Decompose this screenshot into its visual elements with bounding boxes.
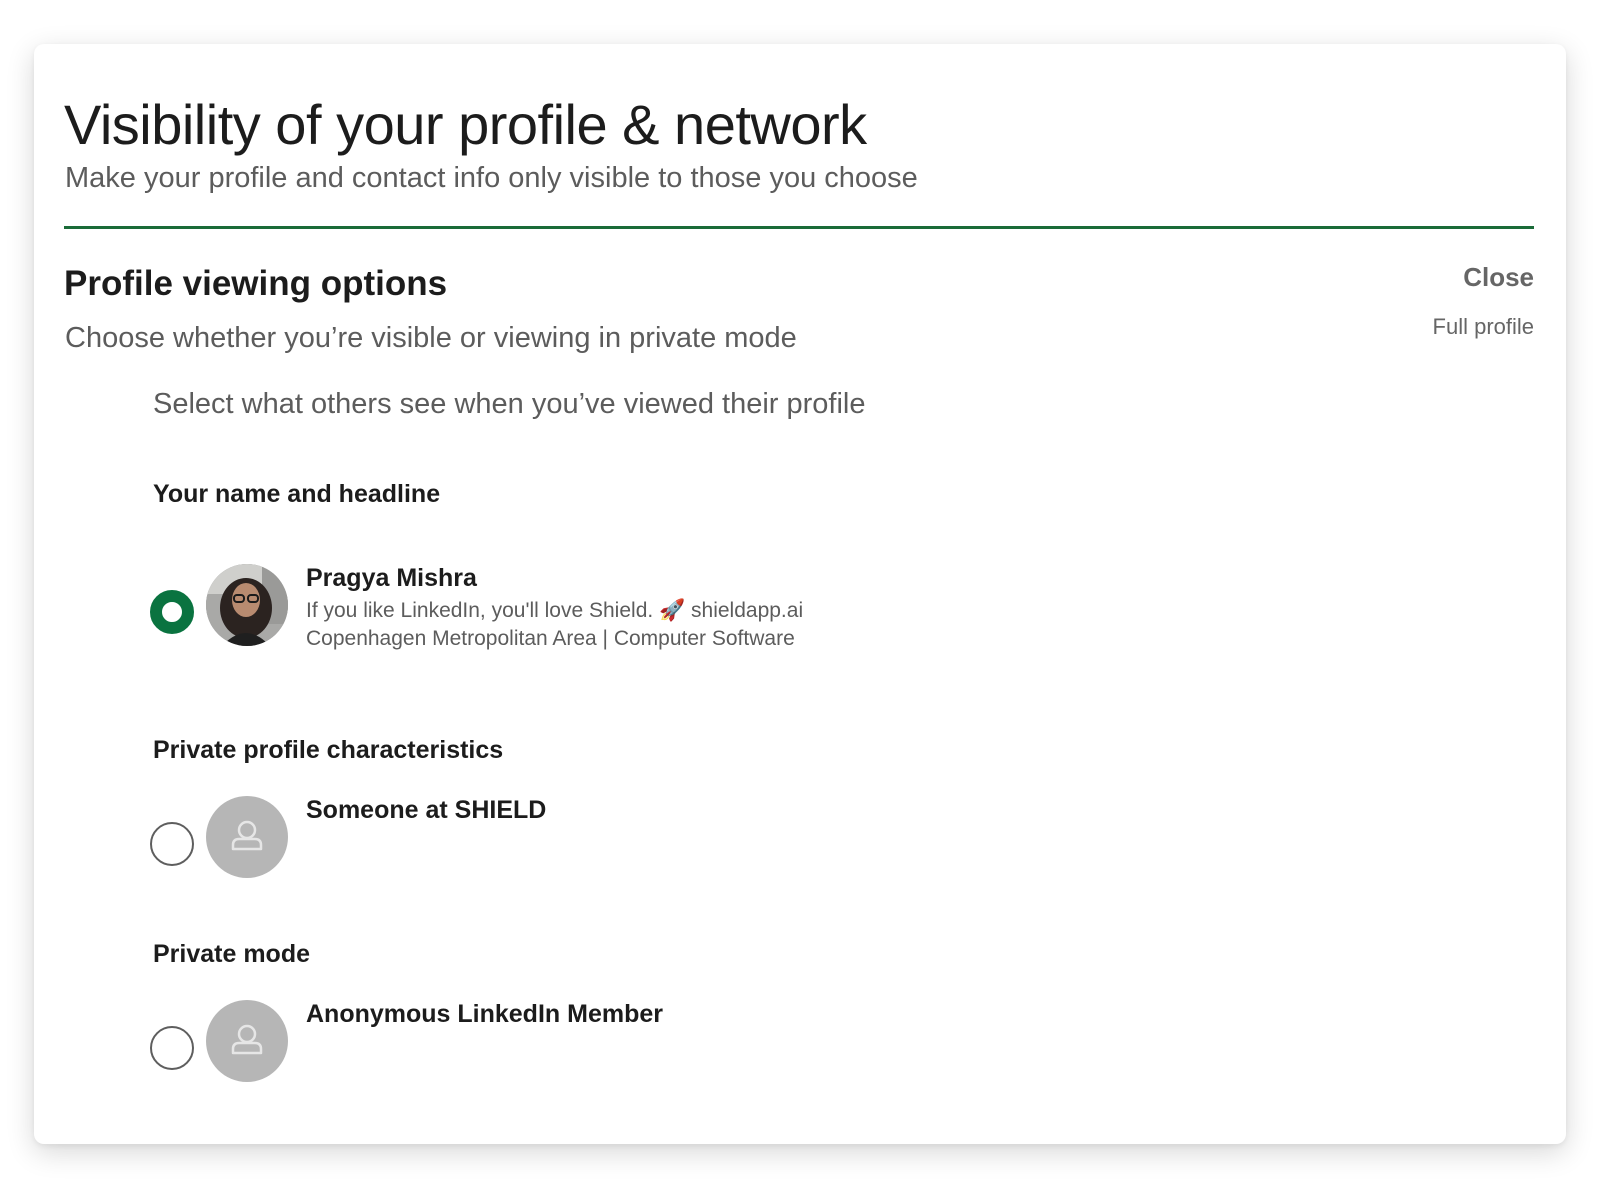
placeholder-avatar xyxy=(206,796,288,878)
option-group-label-name-headline: Your name and headline xyxy=(153,480,441,508)
section-title: Profile viewing options xyxy=(64,264,448,303)
option-name-headline-details: Copenhagen Metropolitan Area | Computer … xyxy=(306,627,795,650)
option-group-label-private-characteristics: Private profile characteristics xyxy=(153,736,504,764)
option-group-label-private-mode: Private mode xyxy=(153,940,311,968)
option-name-headline-headline: If you like LinkedIn, you'll love Shield… xyxy=(306,599,804,622)
person-silhouette-icon xyxy=(231,1024,263,1055)
section-description: Choose whether you’re visible or viewing… xyxy=(65,322,797,354)
radio-private-characteristics[interactable] xyxy=(150,822,194,866)
close-button[interactable]: Close xyxy=(1463,262,1534,293)
radio-name-headline[interactable] xyxy=(150,590,194,634)
option-private-mode-name: Anonymous LinkedIn Member xyxy=(306,1000,663,1028)
section-divider xyxy=(64,226,1534,229)
option-name-headline-name: Pragya Mishra xyxy=(306,564,477,592)
person-silhouette-icon xyxy=(231,820,263,851)
option-private-mode[interactable]: Anonymous LinkedIn Member xyxy=(150,1000,663,1082)
radio-private-mode[interactable] xyxy=(150,1026,194,1070)
option-name-headline[interactable]: Pragya Mishra If you like LinkedIn, you'… xyxy=(150,564,803,651)
current-setting-value: Full profile xyxy=(1432,314,1534,339)
placeholder-avatar xyxy=(206,1000,288,1082)
page-subtitle: Make your profile and contact info only … xyxy=(65,162,918,194)
select-prompt: Select what others see when you’ve viewe… xyxy=(153,388,866,420)
person-photo-icon xyxy=(206,564,288,646)
option-private-characteristics[interactable]: Someone at SHIELD xyxy=(150,796,546,878)
profile-photo-avatar xyxy=(206,564,288,646)
option-private-characteristics-name: Someone at SHIELD xyxy=(306,796,547,824)
settings-card: Visibility of your profile & network Mak… xyxy=(34,44,1566,1144)
page-title: Visibility of your profile & network xyxy=(64,93,867,156)
